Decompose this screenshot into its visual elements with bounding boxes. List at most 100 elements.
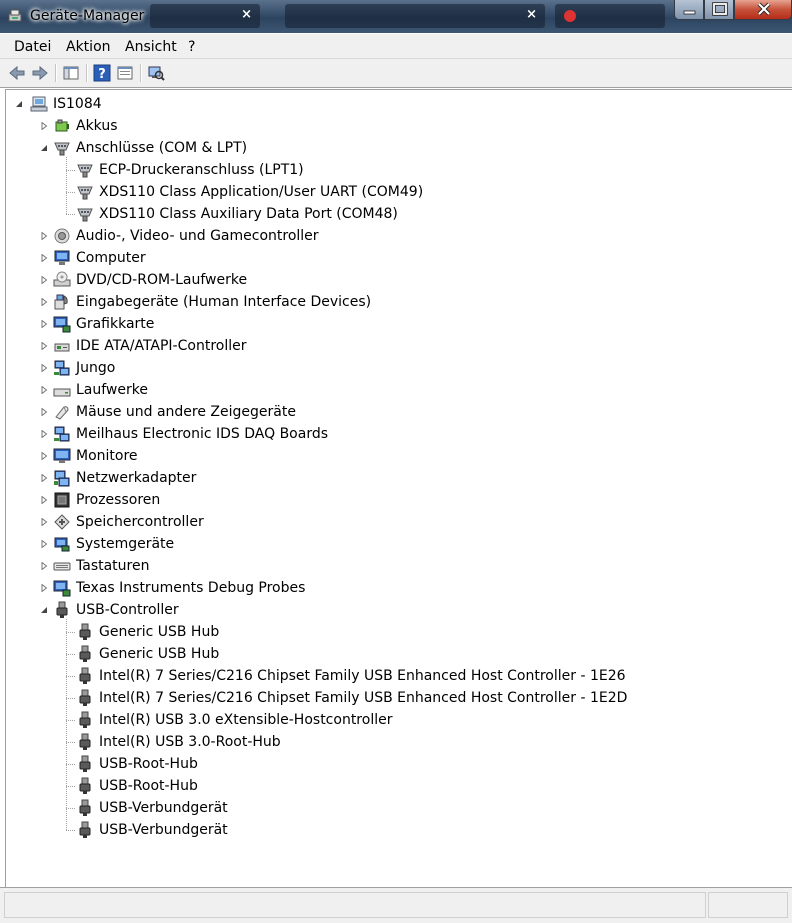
tree-node[interactable]: Monitore: [53, 445, 138, 467]
tree-node[interactable]: XDS110 Class Application/User UART (COM4…: [76, 181, 423, 203]
background-tab[interactable]: [555, 4, 665, 28]
tree-node[interactable]: Anschlüsse (COM & LPT): [53, 137, 247, 159]
tree-node-label: USB-Verbundgerät: [99, 822, 228, 838]
expand-arrow-icon[interactable]: [40, 276, 48, 284]
menu-datei[interactable]: Datei: [14, 39, 51, 55]
usb-plug-icon: [79, 667, 91, 684]
expand-arrow-icon[interactable]: [40, 430, 48, 438]
storage-controller-icon: [54, 514, 70, 530]
tree-node[interactable]: Akkus: [53, 115, 118, 137]
tree-connector: [66, 170, 75, 171]
expand-arrow-icon[interactable]: [40, 254, 48, 262]
tree-node[interactable]: Systemgeräte: [53, 533, 174, 555]
expand-arrow-icon[interactable]: [40, 584, 48, 592]
battery-icon: [55, 119, 69, 132]
expand-arrow-icon[interactable]: [40, 122, 48, 130]
display-adapter-icon: [53, 580, 71, 597]
close-tab-icon[interactable]: ×: [526, 7, 537, 22]
title-bar: Geräte-Manager × ×: [0, 0, 792, 33]
tree-connector: [66, 632, 75, 633]
expand-arrow-icon[interactable]: [40, 562, 48, 570]
help-icon[interactable]: ?: [93, 64, 111, 82]
tree-node[interactable]: Mäuse und andere Zeigegeräte: [53, 401, 296, 423]
tree-node[interactable]: Computer: [53, 247, 146, 269]
expand-arrow-icon[interactable]: [40, 452, 48, 460]
expand-arrow-icon[interactable]: [40, 342, 48, 350]
tree-root[interactable]: IS1084: [30, 93, 102, 115]
tree-node[interactable]: Generic USB Hub: [76, 643, 219, 665]
expand-arrow-icon[interactable]: [40, 232, 48, 240]
background-tab[interactable]: ×: [285, 4, 545, 28]
forward-arrow-icon[interactable]: [31, 64, 49, 82]
tree-node[interactable]: Intel(R) 7 Series/C216 Chipset Family US…: [76, 687, 627, 709]
toolbar: ?: [0, 59, 792, 88]
tree-node[interactable]: Meilhaus Electronic IDS DAQ Boards: [53, 423, 328, 445]
keyboard-icon: [53, 562, 71, 571]
menu-help[interactable]: ?: [188, 39, 195, 55]
collapse-arrow-icon[interactable]: [40, 606, 48, 614]
menu-ansicht[interactable]: Ansicht: [125, 39, 177, 55]
tree-node[interactable]: Tastaturen: [53, 555, 149, 577]
port-icon: [77, 164, 93, 178]
background-tab[interactable]: ×: [150, 4, 260, 28]
tree-node[interactable]: Intel(R) USB 3.0-Root-Hub: [76, 731, 281, 753]
tree-connector: [66, 676, 75, 677]
tree-node[interactable]: Eingabegeräte (Human Interface Devices): [53, 291, 371, 313]
collapse-arrow-icon[interactable]: [15, 100, 23, 108]
back-arrow-icon[interactable]: [8, 64, 26, 82]
minimize-button[interactable]: [674, 0, 704, 20]
tree-connector: [66, 157, 67, 214]
usb-plug-icon: [79, 645, 91, 662]
tree-node-label: Akkus: [76, 118, 118, 134]
close-button[interactable]: [734, 0, 792, 20]
tree-node-label: Eingabegeräte (Human Interface Devices): [76, 294, 372, 310]
tree-node[interactable]: USB-Root-Hub: [76, 775, 198, 797]
tree-node[interactable]: ECP-Druckeranschluss (LPT1): [76, 159, 304, 181]
tree-node[interactable]: DVD/CD-ROM-Laufwerke: [53, 269, 247, 291]
expand-arrow-icon[interactable]: [40, 386, 48, 394]
properties-icon[interactable]: [116, 64, 134, 82]
tree-node[interactable]: Jungo: [53, 357, 115, 379]
tree-node[interactable]: USB-Verbundgerät: [76, 819, 228, 841]
tree-node[interactable]: USB-Verbundgerät: [76, 797, 228, 819]
tree-node[interactable]: Intel(R) 7 Series/C216 Chipset Family US…: [76, 665, 626, 687]
expand-arrow-icon[interactable]: [40, 518, 48, 526]
expand-arrow-icon[interactable]: [40, 474, 48, 482]
collapse-arrow-icon[interactable]: [40, 144, 48, 152]
tree-node-label: Audio-, Video- und Gamecontroller: [76, 228, 319, 244]
expand-arrow-icon[interactable]: [40, 364, 48, 372]
tree-node[interactable]: USB-Root-Hub: [76, 753, 198, 775]
tree-node[interactable]: Audio-, Video- und Gamecontroller: [53, 225, 319, 247]
tree-node[interactable]: USB-Controller: [53, 599, 179, 621]
maximize-icon: [712, 2, 728, 16]
tree-node-label: Prozessoren: [76, 492, 161, 508]
tree-connector: [66, 808, 75, 809]
tree-node[interactable]: Grafikkarte: [53, 313, 154, 335]
computer-icon: [54, 250, 70, 265]
port-icon: [77, 208, 93, 222]
console-tree-icon[interactable]: [62, 64, 80, 82]
tree-node[interactable]: IDE ATA/ATAPI-Controller: [53, 335, 246, 357]
tree-node[interactable]: Speichercontroller: [53, 511, 204, 533]
tree-node-label: IDE ATA/ATAPI-Controller: [76, 338, 247, 354]
expand-arrow-icon[interactable]: [40, 320, 48, 328]
tree-node[interactable]: Laufwerke: [53, 379, 148, 401]
menu-aktion[interactable]: Aktion: [66, 39, 111, 55]
expand-arrow-icon[interactable]: [40, 408, 48, 416]
tree-node[interactable]: Texas Instruments Debug Probes: [53, 577, 305, 599]
tree-node[interactable]: XDS110 Class Auxiliary Data Port (COM48): [76, 203, 398, 225]
tree-node[interactable]: Prozessoren: [53, 489, 160, 511]
tree-node-label: Computer: [76, 250, 146, 266]
processor-icon: [54, 492, 70, 508]
expand-arrow-icon[interactable]: [40, 496, 48, 504]
expand-arrow-icon[interactable]: [40, 540, 48, 548]
device-tree[interactable]: IS1084 Akkus Anschlüsse (COM & LPT) ECP-Dr…: [5, 89, 792, 887]
scan-hardware-icon[interactable]: [147, 64, 165, 82]
tree-node[interactable]: Generic USB Hub: [76, 621, 219, 643]
maximize-button[interactable]: [704, 0, 734, 20]
tree-node[interactable]: Intel(R) USB 3.0 eXtensible-Hostcontroll…: [76, 709, 392, 731]
close-tab-icon[interactable]: ×: [241, 7, 252, 22]
tree-node[interactable]: Netzwerkadapter: [53, 467, 196, 489]
expand-arrow-icon[interactable]: [40, 298, 48, 306]
svg-text:?: ?: [98, 67, 106, 82]
